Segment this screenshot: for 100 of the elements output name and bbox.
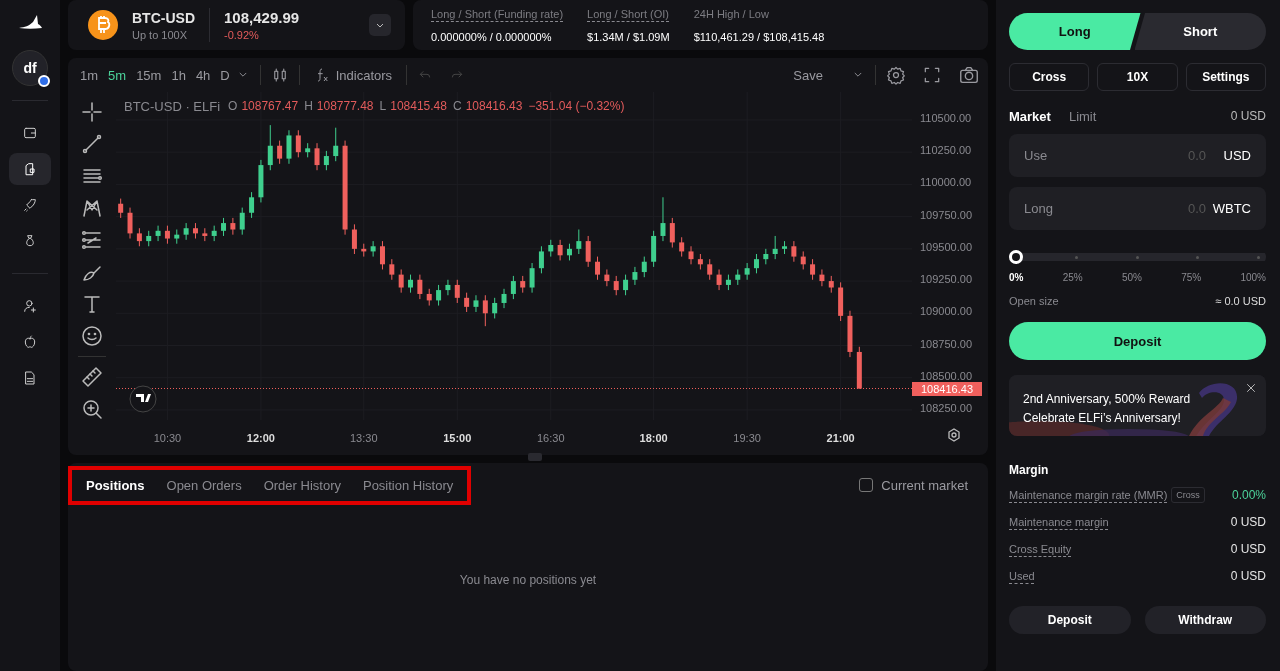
- candlestick: [136, 227, 142, 247]
- margin-button[interactable]: Deposit: [1009, 606, 1131, 634]
- x-tick-label: 21:00: [826, 432, 855, 444]
- side-tab[interactable]: Short: [1134, 13, 1266, 50]
- camera-icon[interactable]: [958, 64, 980, 86]
- candlestick: [800, 250, 806, 270]
- candlestick: [118, 198, 124, 219]
- candlestick: [408, 274, 414, 294]
- candlestick: [473, 294, 479, 313]
- candlestick: [641, 256, 647, 278]
- avatar[interactable]: df: [12, 50, 48, 86]
- candlestick: [810, 258, 816, 281]
- x-tick-label: 12:00: [246, 432, 275, 444]
- indicators-button[interactable]: Indicators: [309, 67, 397, 83]
- add-user-icon[interactable]: [22, 298, 38, 314]
- settings-icon[interactable]: [948, 428, 960, 442]
- positions-tab[interactable]: Positions: [86, 477, 145, 493]
- y-tick-label: 110250.00: [920, 144, 972, 157]
- interval-tab[interactable]: 15m: [132, 67, 166, 83]
- mode-tag: Cross: [1171, 487, 1205, 503]
- deposit-button[interactable]: Deposit: [1009, 322, 1266, 360]
- y-tick-label: 108750.00: [920, 337, 972, 350]
- ohlc-key: L: [379, 99, 387, 114]
- slider-mark[interactable]: 25%: [1062, 272, 1083, 283]
- x-tick-label: 18:00: [639, 432, 668, 444]
- positions-tab[interactable]: Order History: [263, 477, 341, 493]
- x-tick-label: 15:00: [443, 432, 472, 444]
- slider-mark[interactable]: 50%: [1121, 272, 1142, 283]
- ohlc-key: O: [228, 99, 238, 114]
- margin-value: 0 USD: [1230, 515, 1266, 529]
- stat-value: 0.000000% / 0.000000%: [431, 31, 553, 43]
- slider-track[interactable]: [1009, 250, 1266, 264]
- save-button[interactable]: Save: [789, 67, 849, 83]
- margin-label: Maintenance margin rate (MMR): [1009, 489, 1168, 501]
- margin-title: Margin: [1009, 463, 1050, 477]
- stat-label: Long / Short (Funding rate): [431, 8, 564, 22]
- slider-mark[interactable]: 75%: [1181, 272, 1202, 283]
- price-change: -0.92%: [224, 29, 260, 41]
- leverage-label: Up to 100X: [132, 28, 189, 41]
- candlestick: [379, 240, 385, 270]
- order-type-tab[interactable]: Limit: [1068, 108, 1097, 124]
- candlestick: [221, 217, 227, 237]
- interval-tab[interactable]: 1h: [167, 67, 190, 83]
- bitcoin-icon: [88, 10, 118, 40]
- unit-label: USD: [1223, 148, 1251, 163]
- rocket-icon[interactable]: [22, 197, 38, 213]
- margin-label: Cross Equity: [1009, 543, 1072, 555]
- zoom-in-icon[interactable]: [80, 397, 104, 421]
- open-size-value: ≈ 0.0 USD: [1215, 295, 1266, 307]
- candlestick: [557, 239, 563, 261]
- option-button[interactable]: Settings: [1185, 63, 1266, 91]
- x-tick-label: 16:30: [537, 432, 565, 444]
- stat-label: 24H High / Low: [693, 8, 769, 22]
- field-label: Use: [1024, 148, 1048, 163]
- candlestick: [164, 225, 170, 245]
- slider-thumb[interactable]: [1009, 250, 1023, 264]
- order-type-tab[interactable]: Market: [1009, 108, 1051, 124]
- y-tick-label: 109500.00: [920, 240, 972, 253]
- positions-tab[interactable]: Position History: [362, 477, 454, 493]
- crosshair-icon[interactable]: [80, 100, 104, 124]
- slider-mark[interactable]: 0%: [1009, 272, 1024, 283]
- y-tick-label: 109750.00: [920, 208, 972, 221]
- close-icon[interactable]: [1244, 381, 1258, 395]
- candlestick: [632, 266, 638, 286]
- x-tick-label: 13:30: [350, 432, 378, 444]
- candlestick: [398, 268, 404, 294]
- document-lock-icon[interactable]: [22, 161, 38, 177]
- interval-tab[interactable]: D: [216, 67, 234, 83]
- margin-label: Used: [1009, 570, 1035, 582]
- wallet-icon[interactable]: [22, 125, 38, 141]
- candlestick: [370, 240, 376, 258]
- positions-tab[interactable]: Open Orders: [166, 477, 242, 493]
- option-button[interactable]: 10X: [1097, 63, 1178, 91]
- margin-button[interactable]: Withdraw: [1144, 606, 1266, 634]
- candlestick: [183, 222, 189, 241]
- candlestick: [707, 258, 713, 281]
- candlestick: [744, 262, 750, 281]
- smiley-icon[interactable]: [80, 324, 104, 348]
- interval-tab[interactable]: 4h: [191, 67, 215, 83]
- market-price: 108,429.99: [224, 9, 300, 26]
- candlestick: [623, 274, 629, 296]
- margin-value: 0.00%: [1231, 488, 1266, 502]
- fib-lines-icon[interactable]: [80, 228, 104, 252]
- option-button[interactable]: Cross: [1009, 63, 1090, 91]
- doc-file-icon[interactable]: [22, 370, 38, 386]
- side-tab[interactable]: Long: [1009, 13, 1141, 50]
- candlestick: [239, 207, 245, 236]
- candlestick: [127, 207, 133, 240]
- current-market-checkbox[interactable]: Current market: [853, 476, 974, 494]
- ohlc-value: 108767.47: [241, 99, 299, 114]
- interval-tab[interactable]: 5m: [104, 67, 131, 83]
- interval-tab[interactable]: 1m: [76, 67, 103, 83]
- apple-icon[interactable]: [22, 334, 38, 350]
- ruler-icon[interactable]: [80, 365, 104, 389]
- settings-icon[interactable]: [886, 65, 906, 85]
- candlestick: [417, 274, 423, 300]
- trend-line-icon[interactable]: [80, 132, 104, 156]
- fullscreen-icon[interactable]: [922, 65, 942, 85]
- slider-mark[interactable]: 100%: [1240, 272, 1266, 283]
- resize-handle[interactable]: [528, 453, 542, 461]
